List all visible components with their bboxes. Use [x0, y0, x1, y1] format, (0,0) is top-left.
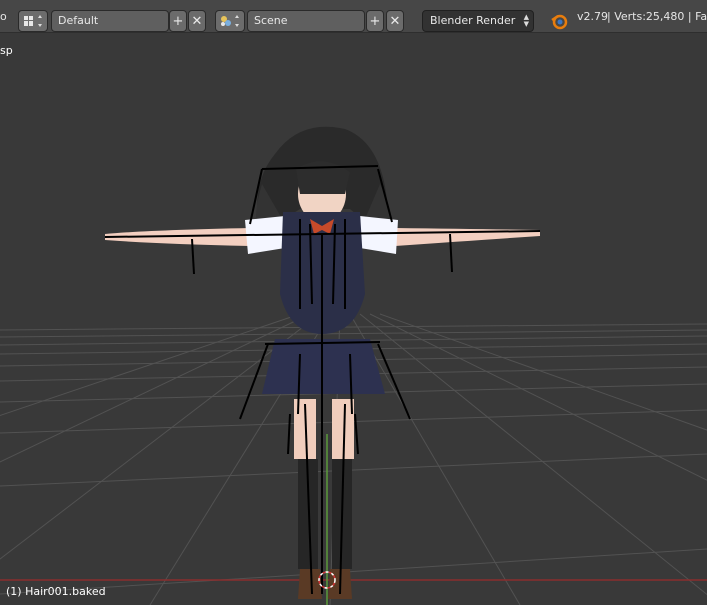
- screen-layout-icon: [24, 15, 42, 27]
- screen-layout-browse-button[interactable]: [18, 10, 48, 32]
- scene-browse-button[interactable]: [215, 10, 245, 32]
- plus-icon: +: [172, 13, 184, 29]
- render-engine-menu[interactable]: Blender Render ▲ ▼: [422, 10, 534, 32]
- clipped-menu-label[interactable]: o: [0, 0, 7, 33]
- add-scene-button[interactable]: +: [366, 10, 384, 32]
- close-icon: ✕: [389, 13, 401, 29]
- info-header: o Default + ✕ Scene + ✕ Blender Render ▲…: [0, 0, 707, 33]
- view-name-label: sp: [0, 44, 13, 57]
- remove-screen-button[interactable]: ✕: [188, 10, 206, 32]
- scene-stats: | Verts:25,480 | Fac: [607, 10, 707, 23]
- blender-logo-icon: [551, 14, 568, 30]
- 3d-viewport[interactable]: sp (1) Hair001.baked: [0, 34, 707, 605]
- version-label: v2.79: [577, 10, 609, 23]
- active-object-label: (1) Hair001.baked: [6, 585, 106, 598]
- viewport-scene: [0, 126, 707, 605]
- render-engine-label: Blender Render: [430, 14, 516, 27]
- plus-icon: +: [369, 13, 381, 29]
- remove-scene-button[interactable]: ✕: [386, 10, 404, 32]
- close-icon: ✕: [191, 13, 203, 29]
- add-screen-button[interactable]: +: [169, 10, 187, 32]
- scene-field[interactable]: Scene: [247, 10, 365, 32]
- scene-icon: [221, 15, 239, 27]
- updown-arrows-icon: ▲ ▼: [523, 13, 529, 28]
- screen-layout-field[interactable]: Default: [51, 10, 169, 32]
